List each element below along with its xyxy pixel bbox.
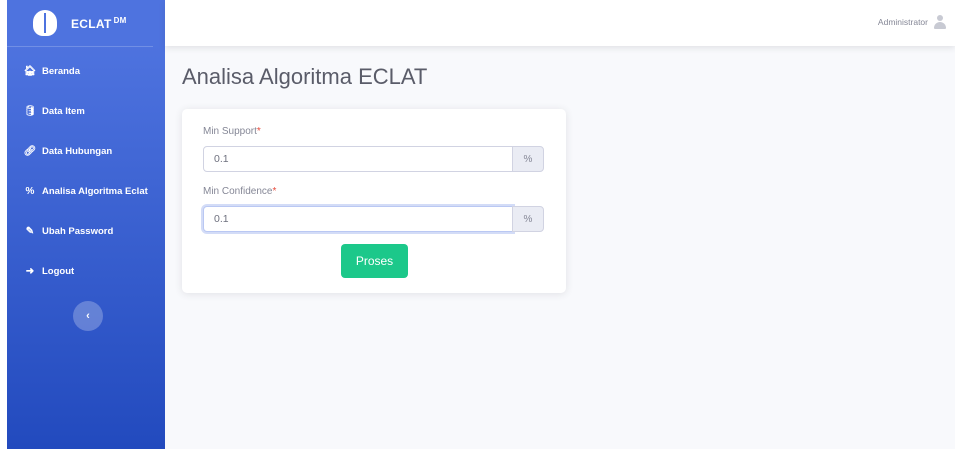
sidebar-item-label: Data Hubungan — [42, 145, 113, 157]
topbar: Administrator — [165, 0, 955, 46]
database-icon: 🛢︎ — [23, 105, 37, 117]
sidebar-item-beranda[interactable]: 🏠︎ Beranda — [7, 51, 165, 91]
min-support-label: Min Support* — [203, 126, 261, 137]
sidebar-toggle-button[interactable]: ‹ — [73, 301, 103, 331]
link-icon: 🔗︎ — [23, 145, 37, 157]
chevron-left-icon: ‹ — [86, 310, 90, 322]
sidebar: ECLAT DM 🏠︎ Beranda 🛢︎ Data Item 🔗︎ Data Hub… — [7, 0, 165, 449]
page-title: Analisa Algoritma ECLAT — [182, 64, 428, 89]
sidebar-item-ubah-password[interactable]: ✎ Ubah Password — [7, 211, 165, 251]
brain-logo-icon — [33, 10, 57, 36]
home-icon: 🏠︎ — [23, 65, 37, 77]
user-menu[interactable]: Administrator — [878, 15, 946, 29]
form-card: Min Support* % Min Confidence* % Proses — [182, 109, 566, 293]
sidebar-item-logout[interactable]: ➜ Logout — [7, 251, 165, 291]
sidebar-item-label: Data Item — [42, 105, 85, 117]
min-confidence-group: % — [203, 206, 544, 232]
user-icon — [934, 15, 946, 29]
min-confidence-label: Min Confidence* — [203, 186, 277, 197]
required-mark: * — [256, 126, 261, 137]
min-support-group: % — [203, 146, 544, 172]
app-frame: ECLAT DM 🏠︎ Beranda 🛢︎ Data Item 🔗︎ Data Hub… — [7, 0, 955, 449]
percent-icon: % — [25, 185, 35, 197]
sidebar-item-label: Analisa Algoritma Eclat — [42, 185, 148, 197]
min-support-input[interactable] — [203, 146, 513, 172]
sidebar-nav: 🏠︎ Beranda 🛢︎ Data Item 🔗︎ Data Hubungan % A… — [7, 51, 165, 291]
brand[interactable]: ECLAT DM — [7, 0, 153, 47]
proses-button[interactable]: Proses — [341, 244, 408, 278]
user-name: Administrator — [877, 17, 928, 27]
min-confidence-unit: % — [512, 206, 544, 232]
sidebar-item-label: Ubah Password — [42, 225, 114, 237]
sidebar-item-analisa[interactable]: % Analisa Algoritma Eclat — [7, 171, 165, 211]
min-confidence-input[interactable] — [203, 206, 513, 232]
sidebar-item-label: Beranda — [42, 65, 81, 77]
sidebar-item-data-item[interactable]: 🛢︎ Data Item — [7, 91, 165, 131]
edit-icon: ✎ — [25, 225, 35, 237]
sidebar-item-data-hubungan[interactable]: 🔗︎ Data Hubungan — [7, 131, 165, 171]
required-mark: * — [272, 186, 277, 197]
sidebar-item-label: Logout — [42, 265, 75, 277]
brand-name: ECLAT DM — [71, 15, 127, 31]
logout-icon: ➜ — [25, 265, 35, 277]
min-support-unit: % — [512, 146, 544, 172]
brand-sup: DM — [113, 15, 127, 25]
